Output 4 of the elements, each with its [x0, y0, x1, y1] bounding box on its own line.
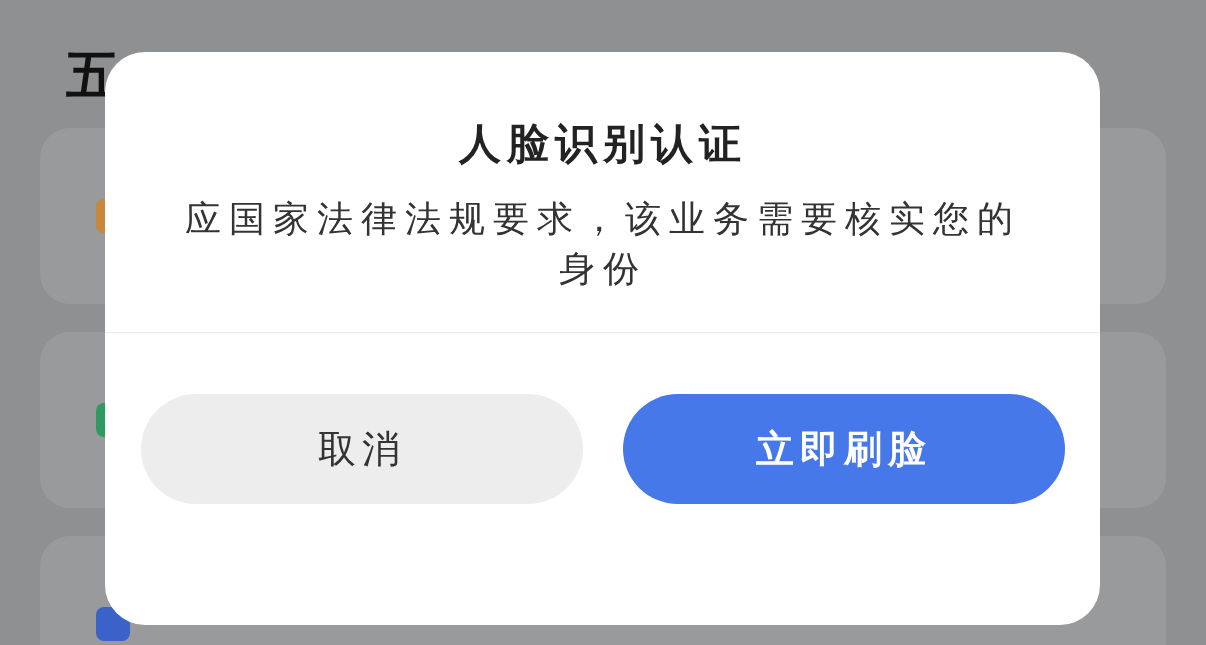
dialog-message: 应国家法律法规要求，该业务需要核实您的身份	[183, 197, 1022, 291]
dialog-title: 人脸识别认证	[458, 118, 747, 170]
cancel-button[interactable]: 取消	[140, 394, 583, 504]
confirm-button[interactable]: 立即刷脸	[622, 394, 1065, 504]
